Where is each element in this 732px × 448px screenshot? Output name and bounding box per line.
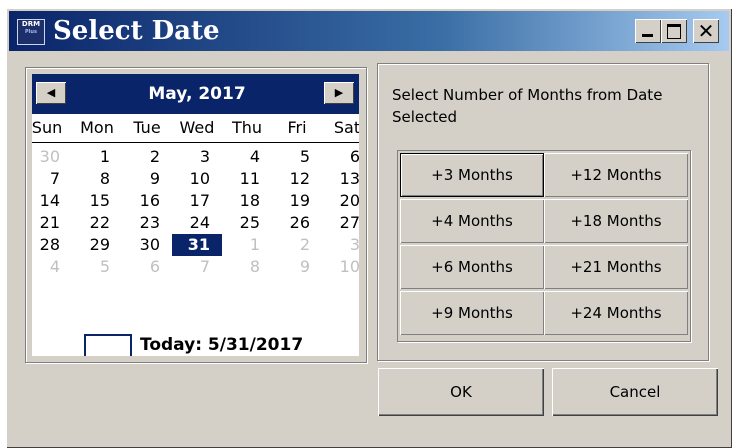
calendar-day-other-month[interactable]: 8 [222,256,272,278]
weekday-label: Sun [32,118,63,137]
close-icon: ✕ [697,19,715,43]
calendar-day-other-month[interactable]: 1 [222,234,272,256]
calendar-week: 4 5 6 7 8 9 10 [32,256,359,278]
weekday-label: Fri [287,118,307,137]
calendar-day[interactable]: 25 [222,212,272,234]
weekday-label: Wed [179,118,215,137]
today-marker-icon [84,334,132,356]
calendar-day[interactable]: 19 [272,190,322,212]
calendar-day[interactable]: 27 [322,212,359,234]
calendar-day-other-month[interactable]: 30 [32,146,72,168]
calendar-day[interactable]: 20 [322,190,359,212]
weekday-header: Sun Mon Tue Wed Thu Fri Sat [32,114,359,142]
maximize-button[interactable] [661,19,687,43]
minimize-button[interactable] [635,19,661,43]
calendar-day[interactable]: 1 [72,146,122,168]
weekday-label: Thu [231,118,263,137]
calendar-day[interactable]: 11 [222,168,272,190]
today-link[interactable]: Today: 5/31/2017 [32,332,359,356]
calendar-day[interactable]: 7 [32,168,72,190]
calendar-week: 28 29 30 31 1 2 3 [32,234,359,256]
calendar-day[interactable]: 23 [122,212,172,234]
maximize-icon [667,24,681,39]
today-label: Today: 5/31/2017 [140,335,304,355]
calendar-day[interactable]: 16 [122,190,172,212]
calendar-day[interactable]: 17 [172,190,222,212]
left-arrow-icon: ◀ [46,86,56,99]
right-arrow-icon: ▶ [334,86,344,99]
calendar-day[interactable]: 2 [122,146,172,168]
weekday-label: Mon [80,118,114,137]
calendar-week: 14 15 16 17 18 19 20 [32,190,359,212]
calendar-day-other-month[interactable]: 6 [122,256,172,278]
calendar-day[interactable]: 8 [72,168,122,190]
add-4-months-button[interactable]: +4 Months [400,199,544,243]
calendar-day-other-month[interactable]: 7 [172,256,222,278]
add-9-months-button[interactable]: +9 Months [400,291,544,335]
app-icon-text-bottom: Plus [25,29,37,35]
months-group-label: Select Number of Months from Date Select… [392,86,663,126]
calendar-day[interactable]: 3 [172,146,222,168]
app-icon-text-top: DRM [21,20,41,28]
calendar-day[interactable]: 21 [32,212,72,234]
calendar-day-other-month[interactable]: 5 [72,256,122,278]
ok-button[interactable]: OK [378,368,544,416]
previous-month-button[interactable]: ◀ [36,82,66,104]
calendar-day[interactable]: 18 [222,190,272,212]
app-icon: DRM Plus [17,19,45,45]
calendar-week: 7 8 9 10 11 12 13 [32,168,359,190]
add-24-months-button[interactable]: +24 Months [544,291,688,335]
calendar-day-other-month[interactable]: 3 [322,234,359,256]
months-button-grid: +3 Months +12 Months +4 Months +18 Month… [397,150,691,342]
calendar-day[interactable]: 29 [72,234,122,256]
month-year-label[interactable]: May, 2017 [92,74,302,114]
minimize-icon [642,34,653,37]
calendar-day-other-month[interactable]: 4 [32,256,72,278]
calendar-day[interactable]: 5 [272,146,322,168]
calendar-day[interactable]: 14 [32,190,72,212]
weekday-label: Sat [333,118,359,137]
calendar-week: 30 1 2 3 4 5 6 [32,146,359,168]
add-21-months-button[interactable]: +21 Months [544,245,688,289]
next-month-button[interactable]: ▶ [324,82,354,104]
calendar-day[interactable]: 15 [72,190,122,212]
month-calendar: ◀ May, 2017 ▶ Sun Mon Tue Wed Thu Fri Sa… [32,74,359,356]
weekday-divider [32,142,359,143]
add-18-months-button[interactable]: +18 Months [544,199,688,243]
calendar-day[interactable]: 26 [272,212,322,234]
cancel-button[interactable]: Cancel [552,368,718,416]
calendar-day[interactable]: 13 [322,168,359,190]
day-grid: 30 1 2 3 4 5 6 7 8 9 10 11 12 13 14 15 1… [32,146,359,278]
calendar-day[interactable]: 9 [122,168,172,190]
calendar-week: 21 22 23 24 25 26 27 [32,212,359,234]
add-3-months-button[interactable]: +3 Months [400,153,544,197]
calendar-day[interactable]: 4 [222,146,272,168]
calendar-day-other-month[interactable]: 10 [322,256,359,278]
calendar-day[interactable]: 22 [72,212,122,234]
calendar-day[interactable]: 24 [172,212,222,234]
title-bar[interactable]: DRM Plus Select Date ✕ [9,11,729,51]
calendar-day[interactable]: 30 [122,234,172,256]
calendar-day-selected[interactable]: 31 [172,234,222,256]
calendar-day[interactable]: 6 [322,146,359,168]
calendar-header: ◀ May, 2017 ▶ [32,74,359,114]
weekday-label: Tue [133,118,161,137]
calendar-day-other-month[interactable]: 9 [272,256,322,278]
calendar-day[interactable]: 10 [172,168,222,190]
window-title: Select Date [53,16,220,46]
add-6-months-button[interactable]: +6 Months [400,245,544,289]
add-12-months-button[interactable]: +12 Months [544,153,688,197]
calendar-day[interactable]: 28 [32,234,72,256]
calendar-day-other-month[interactable]: 2 [272,234,322,256]
close-button[interactable]: ✕ [693,19,719,43]
calendar-day[interactable]: 12 [272,168,322,190]
